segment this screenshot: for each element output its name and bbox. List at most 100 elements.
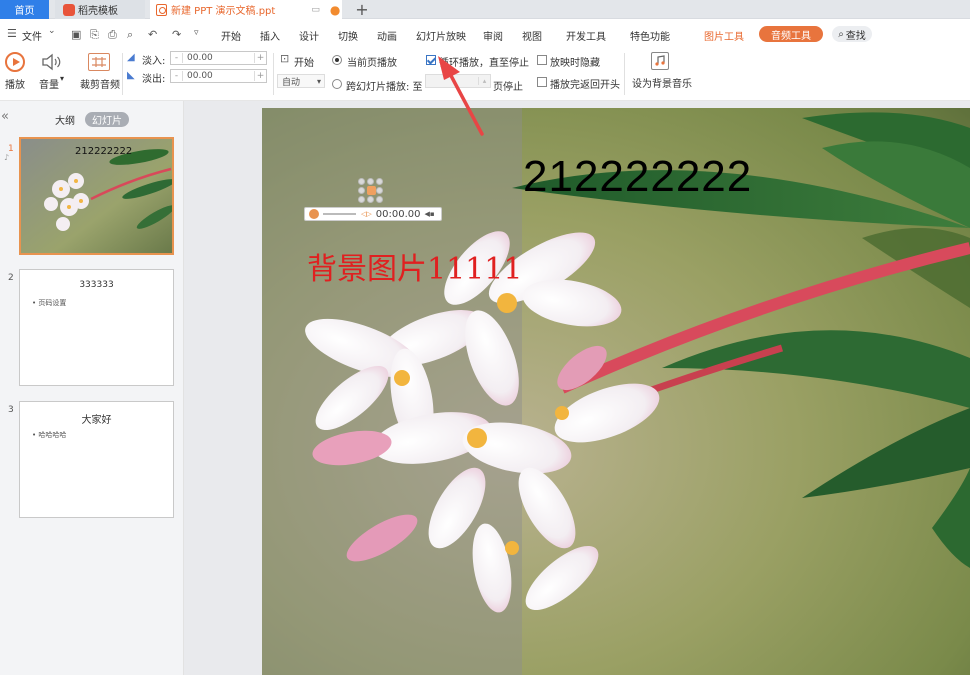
audio-object-handle[interactable]	[358, 187, 365, 194]
menu-picture-tools[interactable]: 图片工具	[704, 28, 744, 43]
audio-object-handle[interactable]	[376, 187, 383, 194]
audio-object-handle[interactable]	[376, 178, 383, 185]
slide-thumbnail-panel: « 大纲 幻灯片 1 ♪ 212222222 2 333333 • 页码设置 3…	[0, 101, 184, 675]
ribbon-divider	[624, 53, 625, 95]
chevron-down-icon[interactable]: ⌄	[48, 26, 56, 36]
tab-document-label: 新建 PPT 演示文稿.ppt	[171, 6, 276, 17]
menu-animation[interactable]: 动画	[377, 28, 397, 43]
customize-icon[interactable]: ▿	[194, 28, 199, 38]
volume-dropdown-icon[interactable]: ▾	[60, 74, 64, 83]
search-button[interactable]: ⌕ 查找	[832, 26, 872, 42]
menu-slideshow[interactable]: 幻灯片放映	[416, 28, 466, 43]
menu-start[interactable]: 开始	[221, 28, 241, 43]
tab-daoke-templates[interactable]: 稻壳模板	[55, 0, 145, 19]
play-icon[interactable]	[5, 52, 25, 72]
audio-object-handle[interactable]	[358, 178, 365, 185]
menu-review[interactable]: 审阅	[483, 28, 503, 43]
current-page-label[interactable]: 当前页播放	[347, 54, 397, 69]
fade-in-decrement[interactable]: -	[171, 53, 183, 63]
slide-audio-marker-icon: ♪	[4, 153, 10, 162]
audio-object-handle[interactable]	[367, 178, 374, 185]
slide-thumbnail-3[interactable]: 大家好 • 哈哈哈哈	[19, 401, 174, 518]
start-icon: ⊡	[280, 52, 290, 65]
radio-cross-slide[interactable]	[332, 79, 342, 89]
audio-player-bar[interactable]: ◁▷ 00:00.00 ◀▪	[304, 207, 442, 221]
page-stop-label: 页停止	[493, 82, 523, 93]
hide-during-show-checkbox[interactable]	[537, 55, 547, 65]
rewind-label[interactable]: 播放完返回开头	[550, 76, 620, 91]
thumbnail-2-title: 333333	[79, 280, 114, 290]
search-icon: ⌕	[838, 28, 844, 40]
play-label[interactable]: 播放	[5, 76, 25, 91]
start-mode-value: 自动	[282, 77, 301, 88]
print-preview-icon[interactable]: ⌕	[127, 28, 133, 42]
ppt-file-icon	[156, 3, 167, 16]
menu-developer[interactable]: 开发工具	[566, 28, 606, 43]
fade-out-spinner[interactable]: - 00.00 +	[170, 69, 267, 83]
audio-object-handle[interactable]	[376, 196, 383, 203]
audio-object-handle[interactable]	[367, 196, 374, 203]
audio-object-handle[interactable]	[358, 196, 365, 203]
menu-design[interactable]: 设计	[299, 28, 319, 43]
annotation-arrow	[438, 56, 484, 136]
menu-audio-tools[interactable]: 音频工具	[759, 26, 823, 42]
slide-thumbnail-2[interactable]: 333333 • 页码设置	[19, 269, 174, 386]
unsaved-dot-icon: ●	[329, 2, 341, 17]
thumbnail-3-title: 大家好	[81, 415, 112, 426]
slide-title[interactable]: 212222222	[523, 152, 752, 202]
cross-slide-label[interactable]: 跨幻灯片播放: 至	[346, 78, 423, 93]
start-label: 开始	[294, 58, 314, 69]
tab-slides[interactable]: 幻灯片	[85, 112, 129, 127]
rewind-checkbox[interactable]	[537, 77, 547, 87]
fade-in-value[interactable]: 00.00	[183, 53, 254, 63]
save-icon[interactable]: ▣	[71, 28, 81, 41]
fade-in-increment[interactable]: +	[254, 53, 266, 63]
menu-transition[interactable]: 切换	[338, 28, 358, 43]
thumbnail-3-bullet: • 哈哈哈哈	[32, 431, 67, 439]
background-music-icon[interactable]	[651, 52, 669, 70]
tab-home[interactable]: 首页	[0, 0, 49, 19]
audio-skip-icons[interactable]: ◁▷	[361, 210, 372, 218]
slide-thumbnail-1[interactable]: 212222222	[19, 137, 174, 255]
volume-label[interactable]: 音量	[39, 76, 59, 91]
menu-file[interactable]: 文件	[22, 28, 42, 43]
new-tab-button[interactable]: +	[352, 0, 372, 19]
tab-outline[interactable]: 大纲	[50, 112, 80, 127]
chevron-down-icon: ▾	[316, 76, 321, 86]
search-label: 查找	[845, 30, 866, 42]
speaker-icon[interactable]	[367, 186, 376, 195]
slide-canvas[interactable]: 212222222 背景图片11111	[262, 108, 970, 675]
menu-insert[interactable]: 插入	[260, 28, 280, 43]
fade-out-decrement[interactable]: -	[171, 71, 183, 81]
ribbon-divider	[273, 53, 274, 95]
slide-red-text[interactable]: 背景图片11111	[307, 244, 522, 288]
radio-current-page[interactable]	[332, 55, 342, 65]
tab-document[interactable]: 新建 PPT 演示文稿.ppt ▭ ●	[150, 0, 342, 19]
collapse-panel-icon[interactable]: «	[1, 109, 9, 124]
hamburger-icon[interactable]: ☰	[7, 27, 17, 40]
volume-icon[interactable]	[40, 53, 64, 71]
monitor-icon[interactable]: ▭	[311, 5, 320, 15]
ribbon-divider	[122, 53, 123, 95]
audio-progress-track[interactable]	[323, 213, 356, 215]
print-icon[interactable]: ⎙	[108, 28, 117, 42]
redo-icon[interactable]: ↷	[172, 28, 181, 41]
fade-out-value[interactable]: 00.00	[183, 71, 254, 81]
hide-during-show-label[interactable]: 放映时隐藏	[550, 54, 600, 69]
fade-out-increment[interactable]: +	[254, 71, 266, 81]
audio-volume-icon[interactable]: ◀▪	[425, 210, 435, 218]
thumbnail-2-bullet: • 页码设置	[32, 299, 67, 307]
trim-audio-label[interactable]: 裁剪音频	[80, 76, 120, 91]
trim-audio-icon[interactable]	[88, 53, 110, 71]
audio-play-icon[interactable]	[309, 209, 319, 219]
daoke-logo-icon	[63, 3, 75, 16]
fade-out-icon: ◣	[127, 70, 135, 81]
fade-in-spinner[interactable]: - 00.00 +	[170, 51, 267, 65]
start-mode-select[interactable]: 自动 ▾	[277, 74, 325, 88]
menu-special[interactable]: 特色功能	[630, 28, 670, 43]
export-pdf-icon[interactable]: ⎘	[90, 28, 99, 42]
set-background-music-label[interactable]: 设为背景音乐	[632, 75, 692, 90]
undo-icon[interactable]: ↶	[148, 28, 157, 41]
fade-in-icon: ◢	[127, 52, 135, 63]
menu-view[interactable]: 视图	[522, 28, 542, 43]
